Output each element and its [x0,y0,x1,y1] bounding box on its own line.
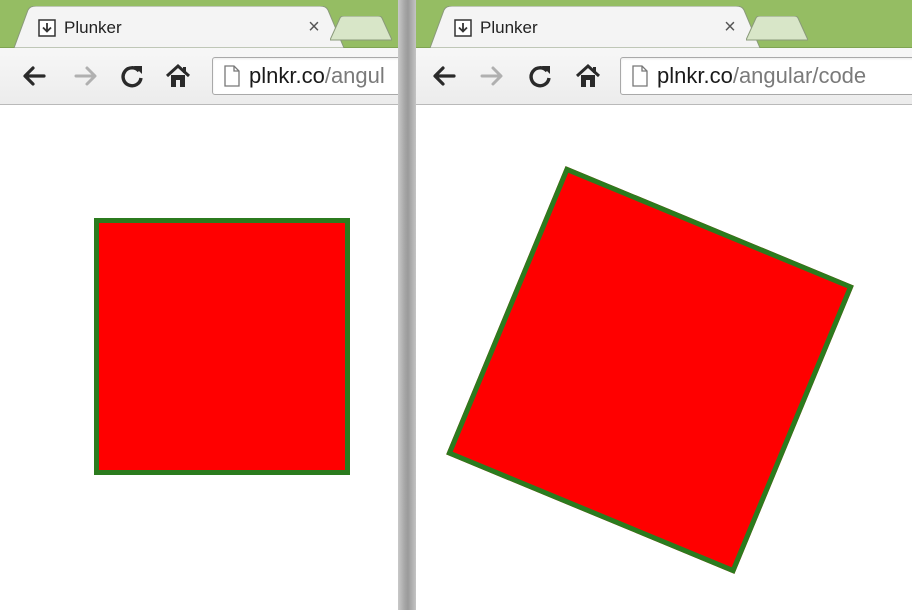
toolbar: plnkr.co/angular/code [416,48,912,105]
browser-window-right: Plunker × plnkr.co/angular/code [416,0,912,610]
reload-icon[interactable] [118,62,146,90]
page-icon [223,65,241,87]
tab-strip: Plunker × [0,0,398,48]
close-icon[interactable]: × [720,17,740,37]
tab-plunker[interactable]: Plunker × [430,6,760,48]
url-path: /angular/code [732,63,867,88]
home-icon[interactable] [574,62,602,90]
tab-strip: Plunker × [416,0,912,48]
browser-window-left: Plunker × plnkr.co/angul [0,0,398,610]
url-host: plnkr.co [249,63,325,88]
forward-arrow-icon[interactable] [478,62,506,90]
url-host: plnkr.co [657,63,733,88]
download-icon [38,19,56,37]
tab-title: Plunker [64,18,122,37]
tab-plunker[interactable]: Plunker × [14,6,344,48]
close-icon[interactable]: × [304,17,324,37]
forward-arrow-icon[interactable] [72,62,100,90]
back-arrow-icon[interactable] [430,62,458,90]
rotated-red-square [446,166,854,574]
window-divider [398,0,416,610]
back-arrow-icon[interactable] [20,62,48,90]
toolbar: plnkr.co/angul [0,48,398,105]
download-icon [454,19,472,37]
address-bar[interactable]: plnkr.co/angular/code [620,57,912,95]
url-text: plnkr.co/angul [249,63,385,89]
page-content [416,105,912,610]
reload-icon[interactable] [526,62,554,90]
red-square [94,218,350,475]
page-icon [631,65,649,87]
new-tab-button[interactable] [745,15,809,42]
url-path: /angul [324,63,385,88]
home-icon[interactable] [164,62,192,90]
address-bar[interactable]: plnkr.co/angul [212,57,398,95]
new-tab-button[interactable] [329,15,393,42]
url-text: plnkr.co/angular/code [657,63,866,89]
tab-title: Plunker [480,18,538,37]
page-content [0,105,398,610]
